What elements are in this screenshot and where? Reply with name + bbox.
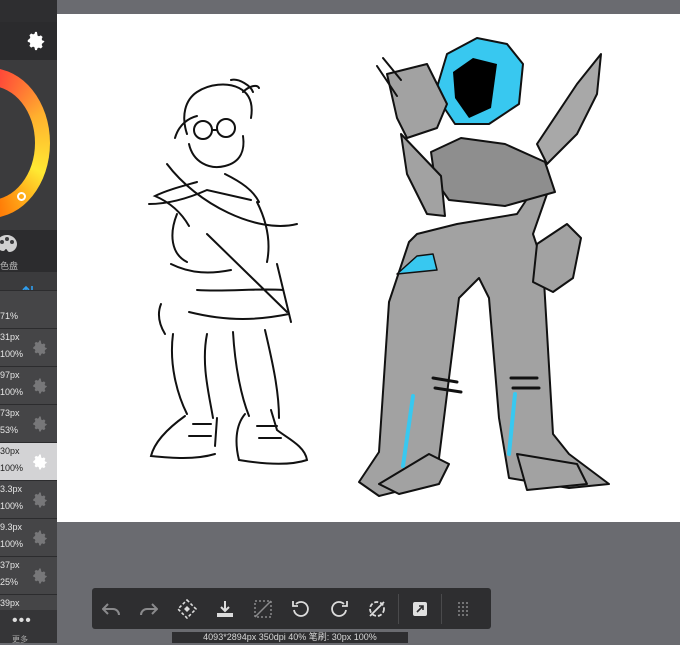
reference-button[interactable]: [401, 588, 439, 629]
brush-settings-gear-icon[interactable]: [31, 339, 49, 357]
palette-label: 色盘: [0, 261, 19, 271]
brush-settings-gear-icon[interactable]: [31, 567, 49, 585]
brush-size-label: 97px: [0, 370, 20, 380]
more-button[interactable]: ••• 更多: [0, 610, 57, 644]
brush-preset-row[interactable]: 73px 53%: [0, 404, 57, 442]
toolbar-divider: [441, 593, 442, 624]
sketch-artwork: [148, 37, 610, 497]
brush-settings-gear-icon[interactable]: [31, 453, 49, 471]
brush-preset-row[interactable]: 30px 100%: [0, 442, 57, 480]
toolbar-divider: [398, 593, 399, 624]
rotate-right-button[interactable]: [320, 588, 358, 629]
selection-none-icon: [254, 599, 272, 618]
brush-preset-row[interactable]: 9.3px 100%: [0, 518, 57, 556]
canvas-status-bar: 4093*2894px 350dpi 40% 笔刷: 30px 100%: [172, 632, 408, 643]
brush-size-label: 30px: [0, 446, 20, 456]
canvas-background-top: [57, 0, 680, 14]
brush-size-label: 39px: [0, 598, 20, 608]
brush-settings-gear-icon[interactable]: [31, 377, 49, 395]
rotate-left-button[interactable]: [282, 588, 320, 629]
redo-icon: [140, 602, 158, 615]
color-wheel[interactable]: [0, 60, 57, 230]
brush-preset-row[interactable]: 71%: [0, 290, 57, 328]
brush-opacity-label: 71%: [0, 311, 19, 321]
brush-size-label: 37px: [0, 560, 20, 570]
brush-list: 71% 31px 100% 97px 100% 73px 53% 30px 100% 3.3px 1…: [0, 290, 57, 632]
sketch-figure-right: [358, 37, 610, 497]
brush-opacity-label: 100%: [0, 387, 24, 397]
reset-rotation-icon: [369, 600, 385, 617]
more-label: 更多: [12, 635, 28, 644]
brush-opacity-label: 53%: [0, 425, 19, 435]
brush-settings-gear-icon[interactable]: [31, 491, 49, 509]
brush-preset-row[interactable]: 31px 100%: [0, 328, 57, 366]
brush-preset-row[interactable]: 3.3px 100%: [0, 480, 57, 518]
brush-preset-row[interactable]: 97px 100%: [0, 366, 57, 404]
brush-opacity-label: 100%: [0, 501, 24, 511]
transform-icon: [177, 598, 197, 619]
deselect-button[interactable]: [244, 588, 282, 629]
grip-dots-icon: [458, 601, 468, 616]
bottom-toolbar: [92, 588, 491, 629]
brush-settings-gear-icon[interactable]: [31, 415, 49, 433]
left-sidebar: 色盘 71% 31px 100% 97px 100% 73px 53% 30px 100% 3.3…: [0, 0, 57, 644]
undo-icon: [102, 602, 120, 615]
hue-picker-knob[interactable]: [17, 192, 26, 201]
reset-rotation-button[interactable]: [358, 588, 396, 629]
toolbar-grip[interactable]: [444, 588, 482, 629]
brush-size-label: 73px: [0, 408, 20, 418]
brush-size-label: 31px: [0, 332, 20, 342]
brush-size-label: 3.3px: [0, 484, 23, 494]
brush-opacity-label: 100%: [0, 349, 24, 359]
import-button[interactable]: [206, 588, 244, 629]
more-dots-icon: •••: [12, 612, 32, 629]
brush-opacity-label: 25%: [0, 577, 19, 587]
download-icon: [217, 600, 233, 617]
sketch-figure-left: [148, 78, 309, 465]
palette-icon: [0, 235, 17, 252]
drawing-canvas[interactable]: [57, 14, 680, 522]
redo-button[interactable]: [130, 588, 168, 629]
brush-size-label: 9.3px: [0, 522, 23, 532]
brush-preset-row[interactable]: 37px 25%: [0, 556, 57, 594]
undo-button[interactable]: [92, 588, 130, 629]
settings-button[interactable]: [0, 22, 57, 60]
gear-icon: [27, 31, 45, 51]
sidebar-header: [0, 0, 57, 22]
transform-button[interactable]: [168, 588, 206, 629]
rotate-ccw-icon: [292, 600, 309, 617]
palette-button[interactable]: 色盘: [0, 230, 57, 272]
reference-window-icon: [413, 601, 427, 616]
brush-opacity-label: 100%: [0, 539, 24, 549]
brush-opacity-label: 100%: [0, 463, 24, 473]
brush-settings-gear-icon[interactable]: [31, 529, 49, 547]
rotate-cw-icon: [331, 600, 348, 617]
